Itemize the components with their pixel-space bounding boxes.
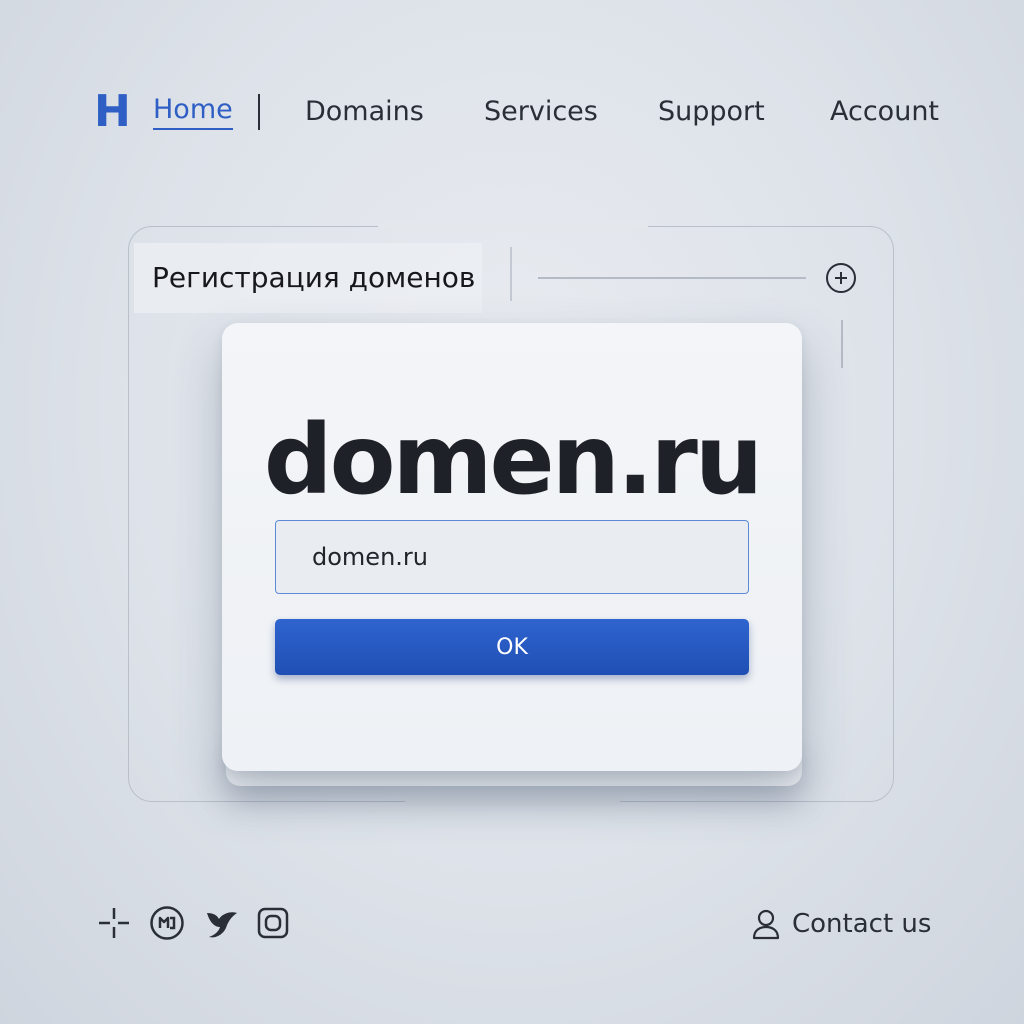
frame-divider: [538, 277, 806, 279]
frame-gap: [378, 222, 648, 230]
ok-button[interactable]: OK: [275, 619, 749, 675]
frame-divider: [510, 247, 512, 301]
user-icon: [752, 909, 780, 940]
domain-search-card: domen.ru OK: [222, 323, 802, 771]
frame-title: Регистрация доменов: [152, 261, 476, 294]
top-navigation: H Home Domains Services Support Account: [0, 0, 1024, 200]
nav-services[interactable]: Services: [484, 92, 598, 132]
nav-account[interactable]: Account: [830, 92, 939, 132]
messenger-icon[interactable]: [148, 904, 186, 942]
card-title: domen.ru: [263, 404, 763, 516]
bird-icon[interactable]: [202, 904, 240, 942]
nav-support[interactable]: Support: [658, 92, 765, 132]
contact-us-link[interactable]: Contact us: [752, 904, 931, 944]
frame-gap: [405, 798, 620, 806]
contact-label: Contact us: [792, 909, 932, 939]
logo[interactable]: H: [94, 90, 131, 134]
frame-divider: [841, 320, 843, 368]
crosshair-icon[interactable]: [96, 904, 132, 942]
nav-domains[interactable]: Domains: [305, 92, 424, 132]
plus-circle-icon[interactable]: [826, 263, 856, 293]
plus-icon: [835, 272, 847, 284]
domain-input[interactable]: [275, 520, 749, 594]
nav-divider: [258, 94, 260, 130]
nav-home[interactable]: Home: [153, 92, 233, 130]
instagram-icon[interactable]: [256, 904, 290, 942]
